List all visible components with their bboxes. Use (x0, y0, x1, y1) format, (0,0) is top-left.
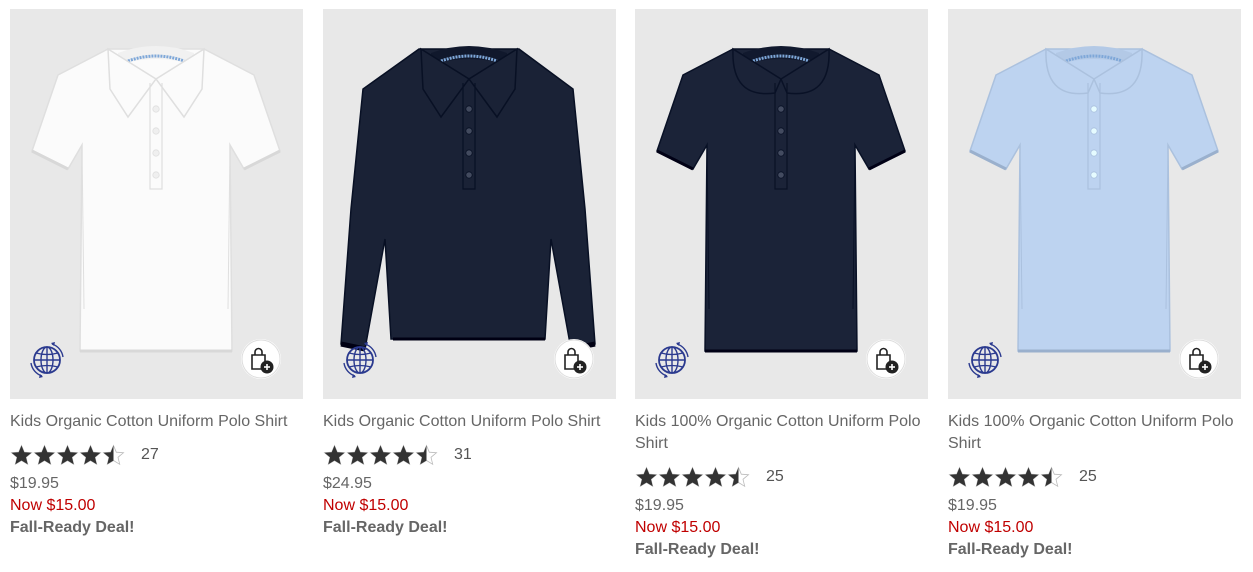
rating[interactable]: 25 (948, 465, 1241, 489)
star-icon (681, 466, 704, 488)
add-to-bag-icon (241, 339, 281, 379)
product-image[interactable] (323, 9, 616, 399)
promo-label: Fall-Ready Deal! (323, 519, 448, 536)
add-to-bag-button[interactable] (866, 339, 906, 379)
original-price: $24.95 (323, 475, 372, 492)
add-to-bag-button[interactable] (554, 339, 594, 379)
star-icon (1017, 466, 1040, 488)
star-icon (102, 444, 125, 466)
product-card[interactable]: Kids 100% Organic Cotton Uniform Polo Sh… (948, 9, 1241, 561)
star-icon (971, 466, 994, 488)
star-icon (346, 444, 369, 466)
product-image[interactable] (10, 9, 303, 399)
review-count: 31 (454, 446, 472, 463)
sale-price: Now $15.00 (635, 519, 721, 536)
organic-globe-icon (343, 342, 377, 378)
add-to-bag-icon (554, 339, 594, 379)
review-count: 25 (766, 468, 784, 485)
star-icon (948, 466, 971, 488)
product-title[interactable]: Kids Organic Cotton Uniform Polo Shirt (323, 411, 616, 433)
star-icon (704, 466, 727, 488)
star-icon (56, 444, 79, 466)
star-icon (727, 466, 750, 488)
sale-price: Now $15.00 (10, 497, 96, 514)
sale-price: Now $15.00 (323, 497, 409, 514)
sale-price: Now $15.00 (948, 519, 1034, 536)
organic-globe-icon (30, 342, 64, 378)
add-to-bag-icon (866, 339, 906, 379)
star-rating (948, 466, 1063, 488)
add-to-bag-icon (1179, 339, 1219, 379)
product-image[interactable] (635, 9, 928, 399)
review-count: 27 (141, 446, 159, 463)
star-icon (392, 444, 415, 466)
organic-globe-icon (968, 342, 1002, 378)
product-title[interactable]: Kids 100% Organic Cotton Uniform Polo Sh… (635, 411, 928, 455)
star-icon (33, 444, 56, 466)
product-card[interactable]: Kids 100% Organic Cotton Uniform Polo Sh… (635, 9, 928, 561)
original-price: $19.95 (10, 475, 59, 492)
product-card[interactable]: Kids Organic Cotton Uniform Polo Shirt 3… (323, 9, 616, 539)
star-icon (415, 444, 438, 466)
star-icon (323, 444, 346, 466)
star-icon (369, 444, 392, 466)
rating[interactable]: 31 (323, 443, 616, 467)
star-icon (10, 444, 33, 466)
star-icon (994, 466, 1017, 488)
original-price: $19.95 (635, 497, 684, 514)
product-title[interactable]: Kids Organic Cotton Uniform Polo Shirt (10, 411, 303, 433)
rating[interactable]: 27 (10, 443, 303, 467)
original-price: $19.95 (948, 497, 997, 514)
star-rating (635, 466, 750, 488)
review-count: 25 (1079, 468, 1097, 485)
star-icon (79, 444, 102, 466)
organic-globe-icon (655, 342, 689, 378)
product-title[interactable]: Kids 100% Organic Cotton Uniform Polo Sh… (948, 411, 1241, 455)
promo-label: Fall-Ready Deal! (10, 519, 135, 536)
star-icon (658, 466, 681, 488)
promo-label: Fall-Ready Deal! (635, 541, 760, 558)
rating[interactable]: 25 (635, 465, 928, 489)
product-image[interactable] (948, 9, 1241, 399)
star-icon (635, 466, 658, 488)
star-icon (1040, 466, 1063, 488)
star-rating (323, 444, 438, 466)
promo-label: Fall-Ready Deal! (948, 541, 1073, 558)
product-card[interactable]: Kids Organic Cotton Uniform Polo Shirt 2… (10, 9, 303, 539)
star-rating (10, 444, 125, 466)
add-to-bag-button[interactable] (241, 339, 281, 379)
add-to-bag-button[interactable] (1179, 339, 1219, 379)
